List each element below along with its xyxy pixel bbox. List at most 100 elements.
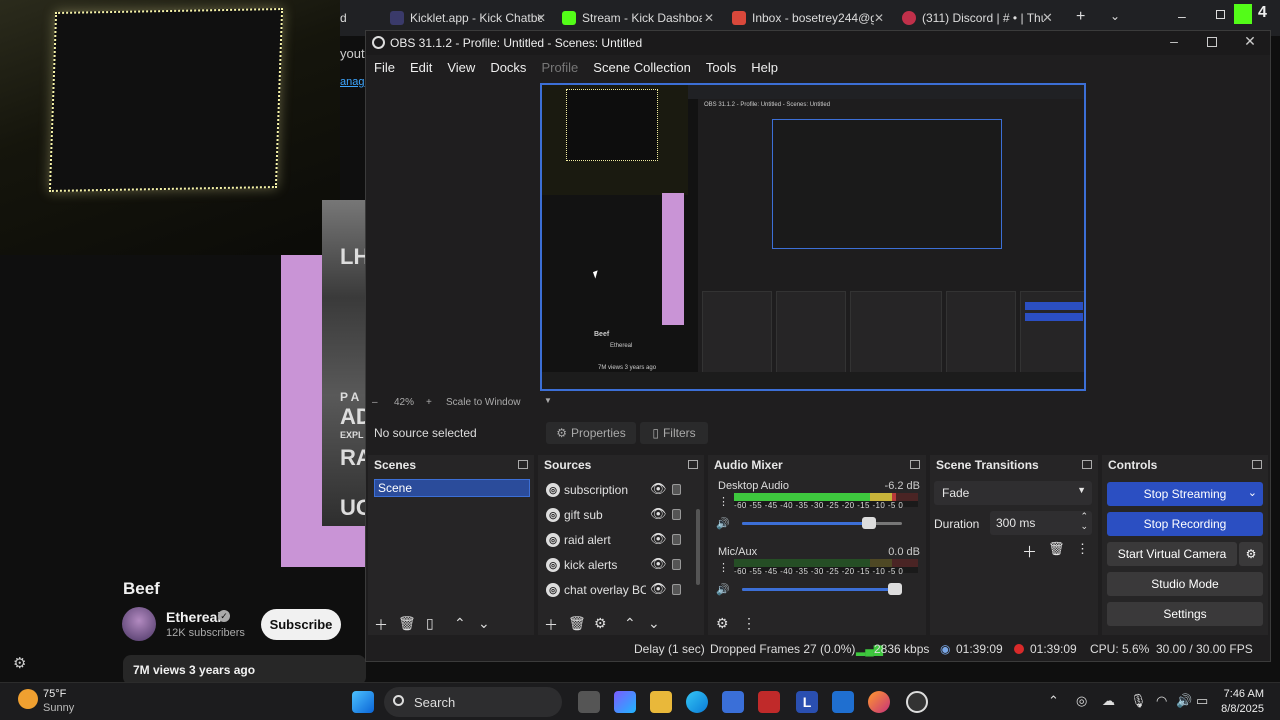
chevron-down-icon[interactable]: ⌄	[1248, 486, 1257, 499]
volume-slider[interactable]	[742, 583, 902, 595]
chevron-up-icon[interactable]: ⌃	[454, 615, 466, 632]
speaker-icon[interactable]: 🔊	[716, 517, 730, 530]
lock-icon[interactable]	[672, 509, 681, 520]
restore-icon[interactable]	[1216, 10, 1225, 19]
menu-docks[interactable]: Docks	[490, 60, 526, 75]
edge-icon[interactable]	[686, 691, 708, 713]
lock-icon[interactable]	[672, 484, 681, 495]
undock-icon[interactable]	[688, 460, 698, 469]
speaker-icon[interactable]: 🔊	[1176, 693, 1192, 709]
close-icon[interactable]: ✕	[1238, 33, 1262, 50]
source-item[interactable]: ◎ gift sub 👁	[546, 506, 694, 526]
close-icon[interactable]: ✕	[536, 11, 546, 25]
chevron-down-icon[interactable]: ⌄	[648, 615, 660, 632]
task-view-icon[interactable]	[578, 691, 600, 713]
chevron-down-icon[interactable]: ⌄	[478, 615, 490, 632]
gear-icon[interactable]: ⚙	[716, 615, 729, 632]
copilot-icon[interactable]	[614, 691, 636, 713]
menu-file[interactable]: File	[374, 60, 395, 75]
wifi-icon[interactable]: ◠	[1156, 693, 1167, 709]
properties-button[interactable]: ⚙ Properties	[546, 422, 636, 444]
add-icon[interactable]: ＋	[544, 615, 558, 635]
chevron-up-icon[interactable]: ⌃	[624, 615, 636, 632]
channel-avatar[interactable]	[122, 607, 156, 641]
tray-app-icon[interactable]: ◎	[1076, 693, 1087, 709]
stop-recording-button[interactable]: Stop Recording	[1107, 512, 1263, 536]
transition-select[interactable]: Fade ▼	[934, 481, 1092, 505]
kebab-menu-icon[interactable]: ⋮	[718, 495, 729, 508]
chevron-down-icon[interactable]: ⌄	[1080, 521, 1088, 532]
lock-icon[interactable]	[672, 584, 681, 595]
lock-icon[interactable]	[672, 559, 681, 570]
menu-tools[interactable]: Tools	[706, 60, 736, 75]
new-tab-icon[interactable]: +	[1076, 8, 1085, 26]
program-preview[interactable]: OBS 31.1.2 - Profile: Untitled - Scenes:…	[540, 83, 1086, 391]
menu-scene-collection[interactable]: Scene Collection	[593, 60, 691, 75]
channel-name[interactable]: Ethereal	[166, 609, 221, 625]
menu-help[interactable]: Help	[751, 60, 778, 75]
zoom-in-icon[interactable]: +	[426, 397, 432, 408]
video-description-box[interactable]: 7M views 3 years ago	[123, 655, 366, 685]
lock-icon[interactable]	[672, 534, 681, 545]
source-item[interactable]: ◎ kick alerts 👁	[546, 556, 694, 576]
undock-icon[interactable]	[518, 460, 528, 469]
kebab-menu-icon[interactable]: ⋮	[742, 615, 756, 632]
cloud-icon[interactable]: ☁	[1102, 693, 1115, 709]
volume-knob[interactable]	[862, 517, 877, 529]
eye-icon[interactable]: 👁	[650, 556, 667, 572]
menu-view[interactable]: View	[447, 60, 475, 75]
menu-edit[interactable]: Edit	[410, 60, 432, 75]
minimize-icon[interactable]: –	[1162, 33, 1186, 49]
start-virtual-camera-button[interactable]: Start Virtual Camera	[1107, 542, 1237, 566]
file-explorer-icon[interactable]	[650, 691, 672, 713]
kebab-menu-icon[interactable]: ⋮	[718, 561, 729, 574]
browser-tab-gmail[interactable]: Inbox - bosetrey244@gmail	[732, 4, 874, 32]
eye-icon[interactable]: 👁	[650, 481, 667, 497]
weather-sun-icon[interactable]	[18, 689, 38, 709]
add-icon[interactable]: ＋	[1022, 541, 1037, 562]
gear-icon[interactable]: ⚙	[594, 615, 607, 632]
browser-tab-discord[interactable]: (311) Discord | # • | Thug-T	[902, 4, 1044, 32]
windows-start-icon[interactable]	[352, 691, 374, 713]
menu-profile[interactable]: Profile	[541, 60, 578, 75]
eye-icon[interactable]: 👁	[650, 581, 667, 597]
filters-button[interactable]: ▯ Filters	[640, 422, 708, 444]
subscribe-button[interactable]: Subscribe	[261, 609, 341, 640]
browser-tab-kicklet[interactable]: Kicklet.app - Kick Chatbot and	[390, 4, 542, 32]
battery-icon[interactable]: ▭	[1196, 693, 1208, 709]
microphone-icon[interactable]: 🎙	[1130, 693, 1147, 709]
maximize-icon[interactable]	[1207, 37, 1217, 47]
source-item[interactable]: ◎ chat overlay BOT 👁	[546, 581, 694, 601]
close-icon[interactable]: ✕	[874, 11, 884, 25]
firefox-icon[interactable]	[868, 691, 890, 713]
trash-icon[interactable]: 🗑	[1048, 541, 1065, 557]
close-icon[interactable]: ✕	[1042, 10, 1053, 26]
volume-slider[interactable]	[742, 517, 902, 529]
source-item[interactable]: ◎ subscription 👁	[546, 481, 694, 501]
gear-icon[interactable]: ⚙	[13, 654, 26, 672]
duration-stepper[interactable]: 300 ms ⌃ ⌄	[990, 511, 1092, 535]
scene-list-item[interactable]: Scene	[374, 479, 530, 497]
kebab-menu-icon[interactable]: ⋮	[1076, 541, 1089, 557]
undock-icon[interactable]	[1082, 460, 1092, 469]
obs-taskbar-icon[interactable]	[906, 691, 928, 713]
close-icon[interactable]: ✕	[704, 11, 714, 25]
store-icon[interactable]	[722, 691, 744, 713]
filter-icon[interactable]: ▯	[426, 615, 434, 632]
chevron-down-icon[interactable]: ▼	[544, 396, 552, 405]
browser-tab-kick-dashboard[interactable]: Stream - Kick Dashboard	[562, 4, 702, 32]
browser-tab[interactable]: d✕	[340, 4, 364, 32]
virtual-camera-settings-button[interactable]: ⚙	[1239, 542, 1263, 566]
scrollbar[interactable]	[696, 509, 700, 585]
scale-mode-select[interactable]: Scale to Window	[446, 397, 520, 408]
volume-knob[interactable]	[888, 583, 902, 595]
chevron-down-icon[interactable]: ⌄	[1110, 9, 1120, 23]
clock-time[interactable]: 7:46 AM	[1214, 688, 1264, 700]
trash-icon[interactable]: 🗑	[568, 615, 586, 632]
stop-streaming-button[interactable]: Stop Streaming ⌄	[1107, 482, 1263, 506]
eye-icon[interactable]: 👁	[650, 506, 667, 522]
undock-icon[interactable]	[910, 460, 920, 469]
chevron-up-icon[interactable]: ⌃	[1048, 693, 1059, 709]
studio-mode-button[interactable]: Studio Mode	[1107, 572, 1263, 596]
eye-icon[interactable]: 👁	[650, 531, 667, 547]
